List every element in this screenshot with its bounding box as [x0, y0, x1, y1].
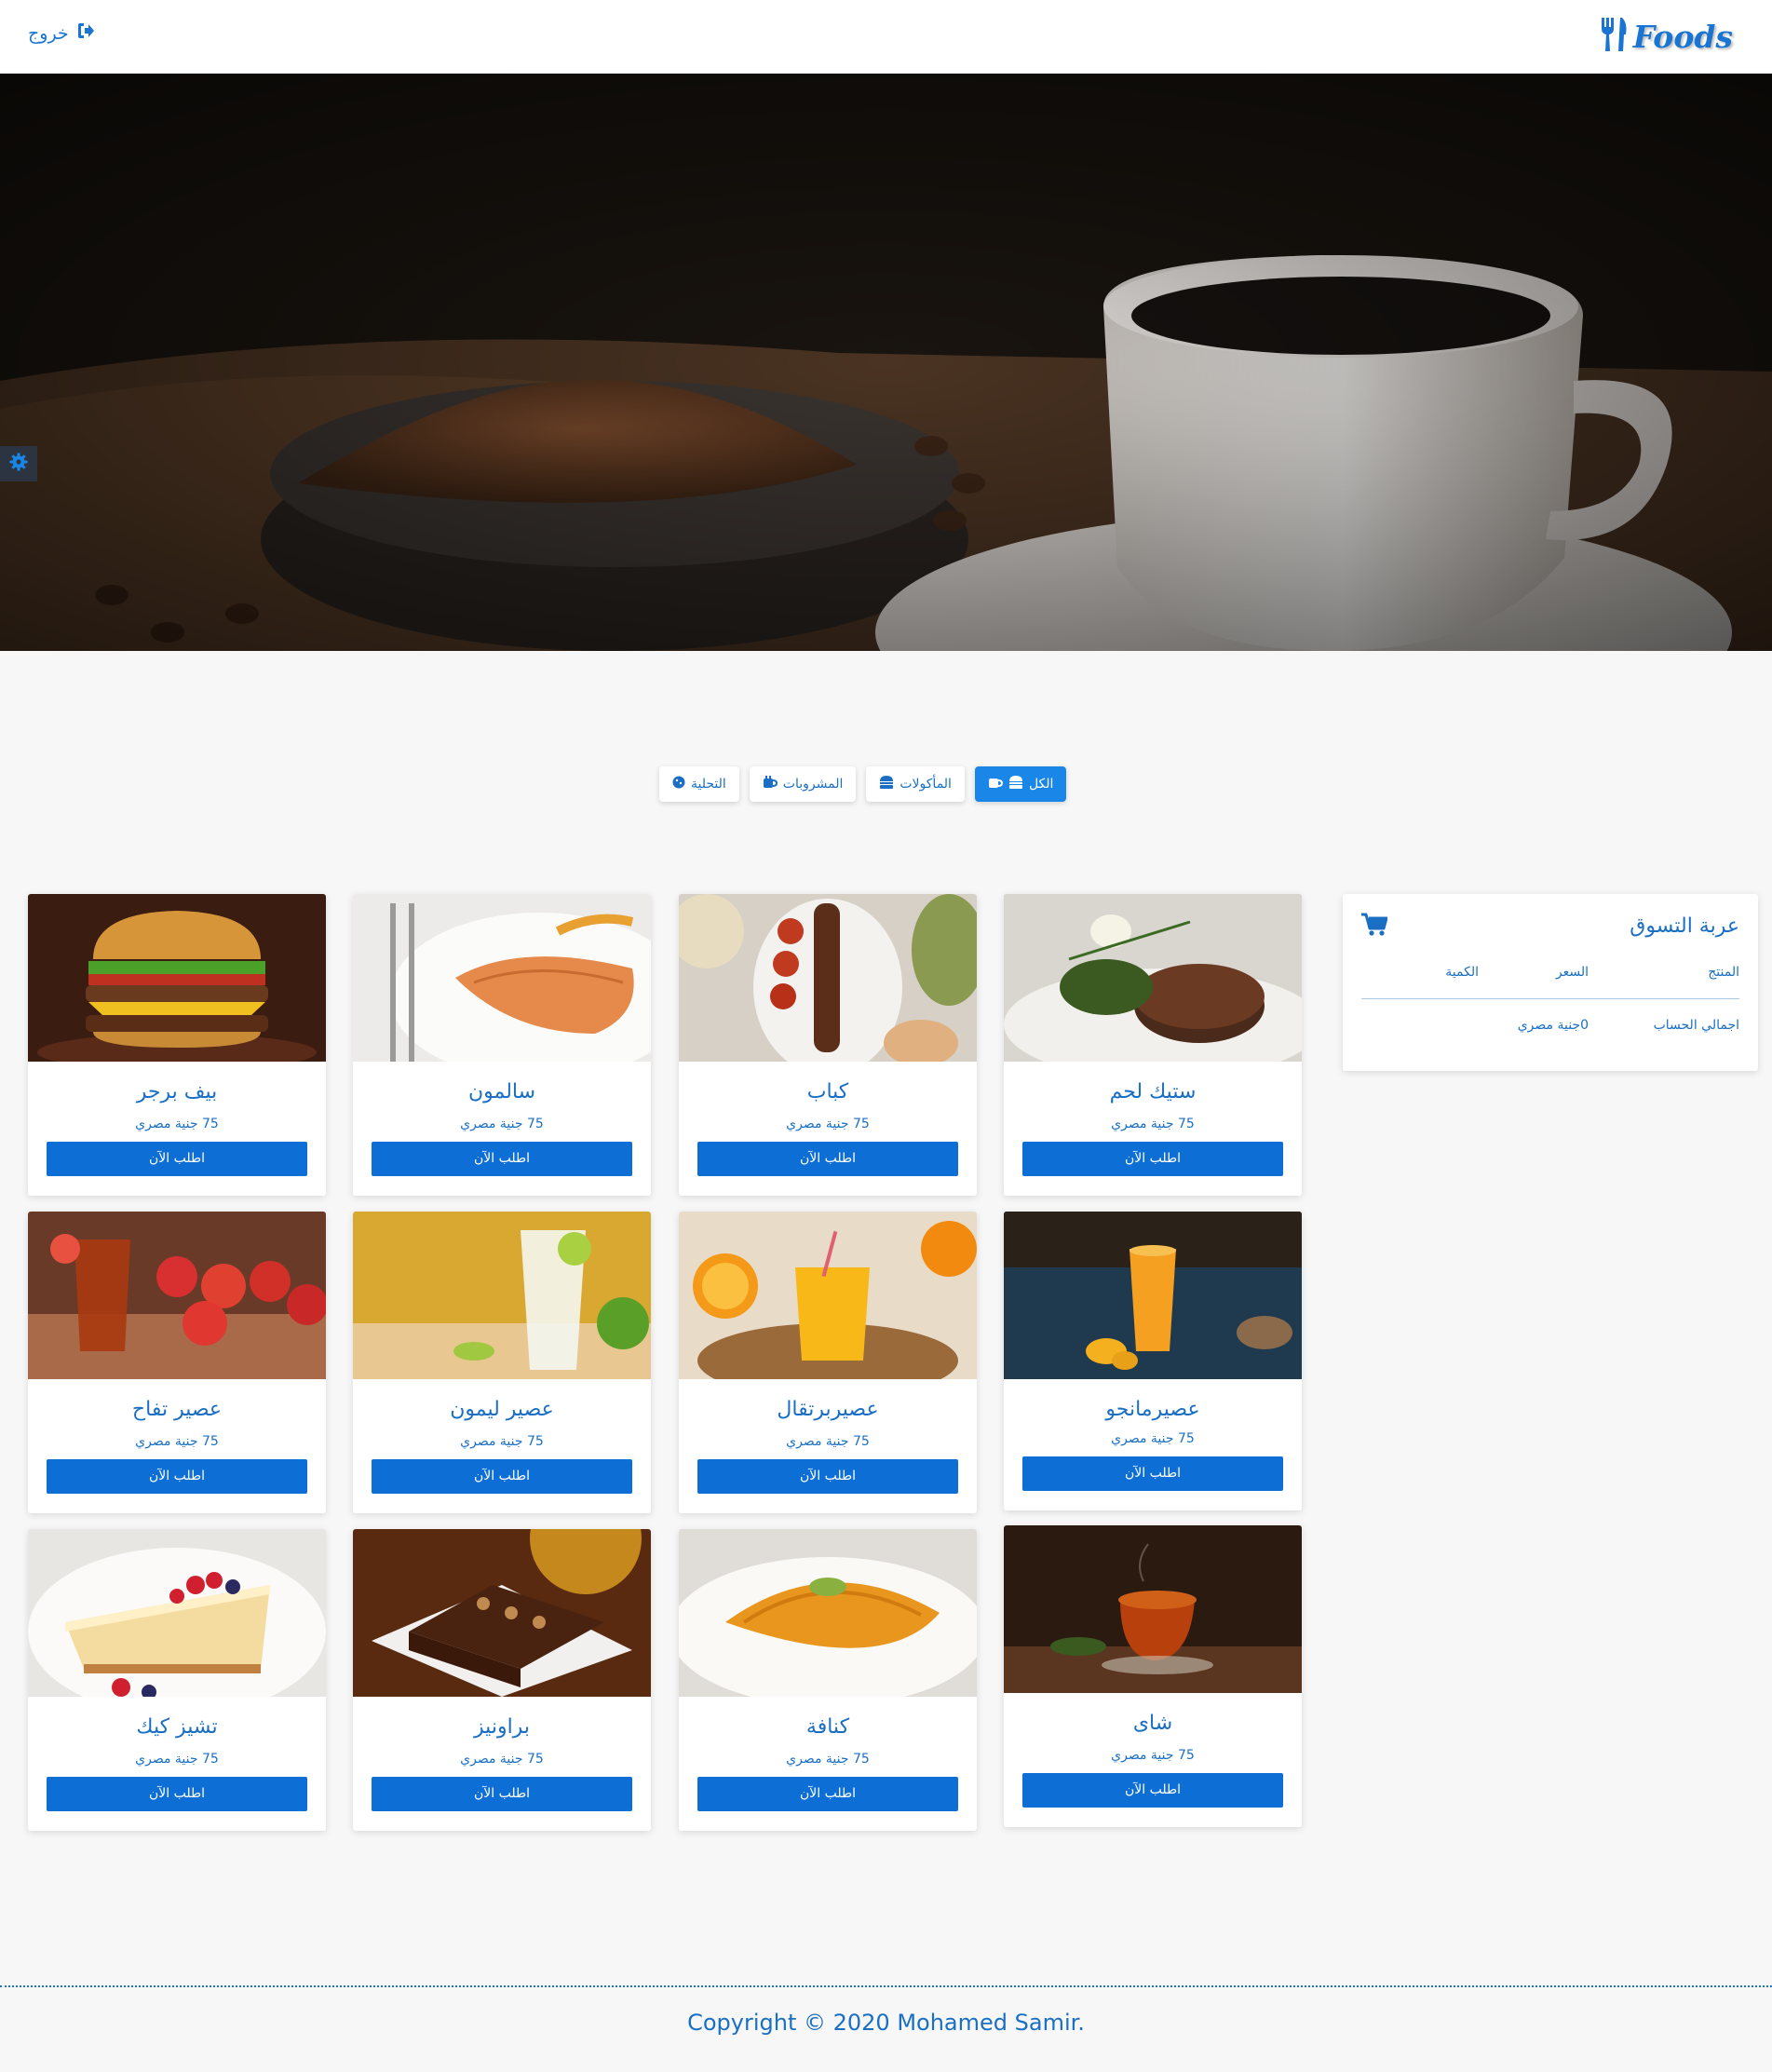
order-button[interactable]: اطلب الآن: [1022, 1456, 1283, 1491]
cheesecake-image: [28, 1529, 326, 1697]
mug-icon: [988, 776, 1003, 792]
kebab-image: [679, 894, 977, 1062]
order-button[interactable]: اطلب الآن: [372, 1142, 632, 1176]
product-card: ستيك لحم 75 جنية مصري اطلب الآن: [1004, 894, 1302, 1196]
tea-image: [1004, 1525, 1302, 1693]
lemon-juice-image: [353, 1212, 651, 1379]
kunafa-image: [679, 1529, 977, 1697]
product-card: براونيز 75 جنية مصري اطلب الآن: [353, 1529, 651, 1831]
hero-banner: [0, 74, 1772, 651]
cart-total-label: اجمالي الحساب: [1653, 1018, 1739, 1033]
product-name: كباب: [806, 1080, 849, 1104]
filter-drinks[interactable]: المشروبات: [749, 766, 857, 802]
product-price: 75 جنية مصري: [460, 1752, 544, 1767]
cookie-icon: [672, 776, 685, 792]
logo[interactable]: Foods: [1598, 13, 1733, 60]
filter-desserts-label: التحلية: [691, 777, 726, 792]
product-name: بيف برجر: [136, 1080, 218, 1104]
product-name: سالمون: [467, 1080, 536, 1104]
gear-icon: [9, 453, 28, 475]
order-button[interactable]: اطلب الآن: [47, 1459, 307, 1494]
product-name: عصيرمانجو: [1105, 1398, 1200, 1421]
order-button[interactable]: اطلب الآن: [47, 1142, 307, 1176]
product-card: بيف برجر 75 جنية مصري اطلب الآن: [28, 894, 326, 1196]
product-card: سالمون 75 جنية مصري اطلب الآن: [353, 894, 651, 1196]
filter-drinks-label: المشروبات: [782, 777, 844, 792]
product-price: 75 جنية مصري: [460, 1434, 544, 1449]
product-price: 75 جنية مصري: [1111, 1431, 1195, 1446]
hamburger-icon: [879, 776, 894, 792]
mango-juice-image: [1004, 1212, 1302, 1379]
order-button[interactable]: اطلب الآن: [697, 1142, 958, 1176]
cart-col-product: المنتج: [1708, 965, 1739, 980]
orange-juice-image: [679, 1212, 977, 1379]
product-card: عصيرمانجو 75 جنية مصري اطلب الآن: [1004, 1212, 1302, 1510]
product-price: 75 جنية مصري: [1111, 1748, 1195, 1763]
product-card: كباب 75 جنية مصري اطلب الآن: [679, 894, 977, 1196]
logout-link[interactable]: خروج: [28, 22, 95, 44]
mug-icon: [763, 776, 778, 792]
order-button[interactable]: اطلب الآن: [372, 1459, 632, 1494]
filter-food[interactable]: المأكولات: [866, 766, 965, 802]
brownies-image: [353, 1529, 651, 1697]
product-card: عصير ليمون 75 جنية مصري اطلب الآن: [353, 1212, 651, 1513]
filter-food-label: المأكولات: [900, 777, 952, 792]
cart-total-value: 0جنية مصري: [1517, 1018, 1589, 1033]
cart-col-price: السعر: [1555, 965, 1589, 980]
cart-title: عربة التسوق: [1630, 914, 1739, 938]
filter-desserts[interactable]: التحلية: [659, 766, 739, 802]
sign-out-icon: [76, 22, 95, 44]
logout-label: خروج: [28, 22, 69, 44]
product-name: براونيز: [474, 1715, 530, 1739]
product-name: كنافة: [805, 1715, 850, 1739]
product-card: تشيز كيك 75 جنية مصري اطلب الآن: [28, 1529, 326, 1831]
product-price: 75 جنية مصري: [135, 1117, 219, 1131]
settings-toggle[interactable]: [0, 446, 37, 481]
product-price: 75 جنية مصري: [786, 1752, 870, 1767]
product-name: شاى: [1132, 1712, 1173, 1735]
fork-knife-icon: [1598, 16, 1630, 57]
footer-copyright: Copyright © 2020 Mohamed Samir.: [687, 2010, 1085, 2036]
product-price: 75 جنية مصري: [135, 1752, 219, 1767]
burger-image: [28, 894, 326, 1062]
shopping-cart-panel: عربة التسوق المنتج السعر الكمية اجمالي ا…: [1343, 894, 1758, 1071]
hamburger-icon: [1008, 776, 1023, 792]
order-button[interactable]: اطلب الآن: [1022, 1773, 1283, 1808]
cart-divider: [1361, 998, 1739, 999]
cart-icon[interactable]: [1361, 913, 1388, 941]
hero-coffee-image: [0, 74, 1772, 651]
filter-all-label: الكل: [1028, 777, 1054, 792]
steak-image: [1004, 894, 1302, 1062]
logo-text: Foods: [1632, 18, 1733, 55]
product-name: ستيك لحم: [1109, 1080, 1197, 1104]
product-name: عصيربرتقال: [777, 1398, 879, 1421]
product-price: 75 جنية مصري: [786, 1434, 870, 1449]
product-price: 75 جنية مصري: [460, 1117, 544, 1131]
apple-juice-image: [28, 1212, 326, 1379]
product-price: 75 جنية مصري: [786, 1117, 870, 1131]
product-card: شاى 75 جنية مصري اطلب الآن: [1004, 1525, 1302, 1827]
order-button[interactable]: اطلب الآن: [372, 1777, 632, 1811]
footer-divider: [0, 1985, 1772, 1987]
filter-all[interactable]: الكل: [974, 766, 1067, 802]
product-price: 75 جنية مصري: [135, 1434, 219, 1449]
order-button[interactable]: اطلب الآن: [1022, 1142, 1283, 1176]
navbar: Foods خروج: [0, 0, 1772, 74]
product-name: تشيز كيك: [136, 1715, 218, 1739]
product-card: كنافة 75 جنية مصري اطلب الآن: [679, 1529, 977, 1831]
order-button[interactable]: اطلب الآن: [697, 1459, 958, 1494]
order-button[interactable]: اطلب الآن: [697, 1777, 958, 1811]
product-card: عصيربرتقال 75 جنية مصري اطلب الآن: [679, 1212, 977, 1513]
product-name: عصير ليمون: [450, 1398, 554, 1421]
category-filters: التحلية المشروبات المأكولات الكل: [659, 766, 1067, 802]
product-name: عصير تفاح: [131, 1398, 223, 1421]
product-price: 75 جنية مصري: [1111, 1117, 1195, 1131]
product-card: عصير تفاح 75 جنية مصري اطلب الآن: [28, 1212, 326, 1513]
cart-col-qty: الكمية: [1445, 965, 1479, 980]
salmon-image: [353, 894, 651, 1062]
order-button[interactable]: اطلب الآن: [47, 1777, 307, 1811]
